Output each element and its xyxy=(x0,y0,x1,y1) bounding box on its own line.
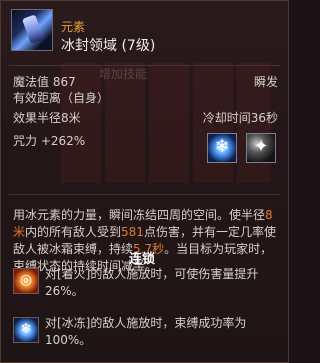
ice-icon: ❄ xyxy=(13,317,39,343)
effective-range: 有效距离（自身） xyxy=(13,91,110,105)
mana-cost: 魔法值 867 xyxy=(13,75,76,89)
chain-fire-text: 对[着火]的敌人施放时，可使伤害量提升26%。 xyxy=(45,267,259,298)
chain-ice-text: 对[冰冻]的敌人施放时，束缚成功率为100%。 xyxy=(45,316,247,347)
fire-icon: ◎ xyxy=(13,268,39,294)
divider xyxy=(9,194,280,195)
snowflake-glyph: ❄ xyxy=(214,136,230,157)
fire-glyph: ◎ xyxy=(19,272,33,288)
ice-skill-icon xyxy=(11,9,53,51)
effect-radius: 效果半径8米 xyxy=(13,111,81,125)
desc-part-2: 内的所有敌人受到 xyxy=(25,225,122,239)
skill-name: 冰封领域 (7级) xyxy=(61,38,156,54)
cooldown: 冷却时间36秒 xyxy=(202,111,278,125)
snowflake-rune-icon: ❄ xyxy=(207,133,237,163)
desc-part-1: 用冰元素的力量，瞬间冻结四周的空间。使半径 xyxy=(13,208,266,222)
chain-label: 连锁 xyxy=(129,252,156,267)
dark-rune-glyph: ✦ xyxy=(253,136,269,157)
desc-number-damage: 581 xyxy=(121,225,144,239)
ice-glyph: ❄ xyxy=(20,321,32,337)
background-text: 增加技能 xyxy=(99,67,148,81)
cast-time: 瞬发 xyxy=(253,75,278,89)
dark-rune-icon: ✦ xyxy=(246,133,276,163)
divider xyxy=(9,65,280,66)
curse-power: 咒力 +262% xyxy=(13,134,86,148)
skill-category: 元素 xyxy=(61,20,86,34)
skill-tooltip: 元素 冰封领域 (7级) 增加技能 魔法值 867 瞬发 有效距离（自身） 效果… xyxy=(0,0,289,363)
